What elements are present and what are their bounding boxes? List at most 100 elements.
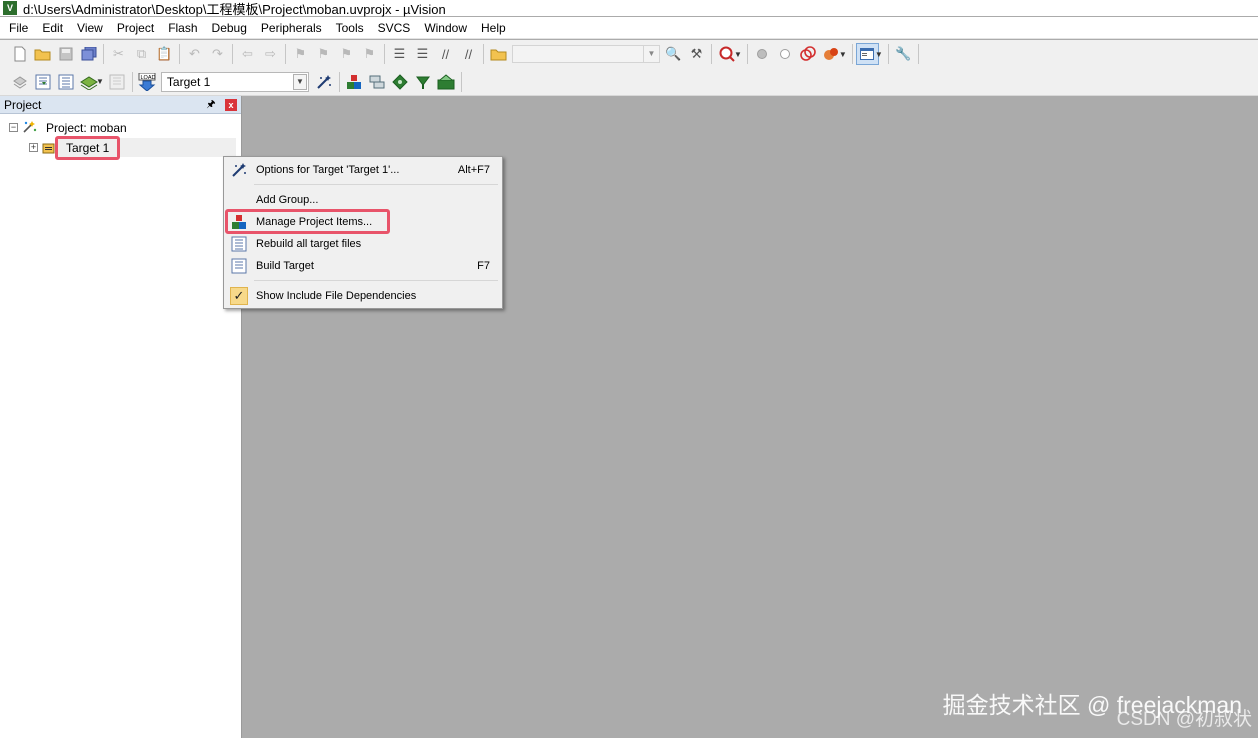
rebuild-icon[interactable] [54, 71, 77, 93]
toolbar-separator [232, 44, 233, 64]
app-logo-icon: V [3, 1, 17, 15]
indent-icon[interactable]: ☰ [388, 43, 411, 65]
menu-separator [254, 280, 498, 281]
menu-item-label: Rebuild all target files [256, 238, 362, 250]
redo-icon[interactable]: ↷ [206, 43, 229, 65]
magic-wand-icon [230, 161, 248, 179]
select-packs-icon[interactable] [366, 71, 389, 93]
tree-label-project: Project: moban [46, 121, 127, 135]
menu-item-add-group[interactable]: Add Group... [226, 189, 500, 211]
menu-debug[interactable]: Debug [205, 18, 254, 38]
menu-item-label: Build Target [256, 260, 314, 272]
project-tree: − Project: moban + Target 1 [0, 118, 240, 160]
manage-items-icon[interactable] [343, 71, 366, 93]
target-select[interactable]: Target 1 ▼ [160, 71, 309, 92]
translate-icon[interactable] [8, 71, 31, 93]
cut-icon[interactable]: ✂ [107, 43, 130, 65]
chevron-down-icon[interactable]: ▼ [875, 50, 883, 59]
menu-edit[interactable]: Edit [35, 18, 70, 38]
menu-svcs[interactable]: SVCS [371, 18, 418, 38]
undo-icon[interactable]: ↶ [183, 43, 206, 65]
prev-bookmark-icon[interactable]: ⚑ [312, 43, 335, 65]
pin-icon[interactable]: 🖈 [205, 98, 217, 111]
menu-item-build-target[interactable]: Build Target F7 [226, 255, 500, 277]
configure-tools-icon[interactable]: 🔧 [892, 43, 915, 65]
incremental-find-icon[interactable]: ⚒ [685, 43, 708, 65]
toolbar-separator [887, 44, 889, 64]
manage-items-highlight-box [225, 209, 390, 234]
menu-peripherals[interactable]: Peripherals [254, 18, 329, 38]
chevron-down-icon[interactable]: ▼ [734, 50, 742, 59]
pack-installer-icon[interactable] [389, 71, 412, 93]
chevron-down-icon[interactable]: ▼ [643, 46, 659, 62]
nav-back-icon[interactable]: ⇦ [236, 43, 259, 65]
new-file-icon[interactable] [8, 43, 31, 65]
find-in-files-icon[interactable] [487, 43, 510, 65]
toolbar-separator [711, 44, 712, 64]
breakpoint-icon[interactable] [751, 43, 774, 65]
chevron-down-icon[interactable]: ▼ [96, 77, 104, 86]
toolbar-separator [851, 44, 853, 64]
menu-flash[interactable]: Flash [161, 18, 204, 38]
menu-file[interactable]: File [2, 18, 35, 38]
tree-item-target[interactable]: + Target 1 [0, 138, 240, 158]
find-icon[interactable]: 🔍 [662, 43, 685, 65]
check-glyph: ✓ [230, 287, 248, 305]
target-select-value: Target 1 [166, 74, 211, 89]
menu-item-options-for-target[interactable]: Options for Target 'Target 1'... Alt+F7 [226, 159, 500, 181]
bookmark-icon[interactable]: ⚑ [289, 43, 312, 65]
save-icon[interactable] [54, 43, 77, 65]
uncomment-icon[interactable]: // [457, 43, 480, 65]
watermark-csdn: CSDN @初叔状 [1116, 709, 1252, 730]
menu-help[interactable]: Help [474, 18, 513, 38]
disable-all-breakpoints-icon[interactable] [797, 43, 820, 65]
menu-item-shortcut: F7 [477, 260, 490, 272]
build-icon[interactable] [31, 71, 54, 93]
build-toolbar: ▼ LOAD Target 1 ▼ [0, 68, 1258, 96]
collapse-icon[interactable]: − [9, 123, 18, 132]
nav-forward-icon[interactable]: ⇨ [259, 43, 282, 65]
clear-bookmarks-icon[interactable]: ⚑ [358, 43, 381, 65]
tree-item-project[interactable]: − Project: moban [0, 118, 240, 138]
toolbar-separator [179, 44, 180, 64]
run-time-environment-icon[interactable] [412, 71, 435, 93]
project-panel-title: Project [4, 97, 42, 112]
menu-item-show-include-deps[interactable]: ✓ Show Include File Dependencies [226, 285, 500, 307]
find-combo[interactable]: ▼ [512, 45, 660, 63]
toolbar-separator [483, 44, 484, 64]
paste-icon[interactable]: 📋 [153, 43, 176, 65]
menu-item-shortcut: Alt+F7 [457, 164, 490, 176]
unindent-icon[interactable]: ☰ [411, 43, 434, 65]
target-options-icon[interactable] [313, 71, 336, 93]
disable-breakpoint-icon[interactable] [774, 43, 797, 65]
comment-icon[interactable]: // [434, 43, 457, 65]
toolbar-separator [460, 71, 462, 92]
build-icon [230, 257, 248, 275]
copy-icon[interactable]: ⧉ [130, 43, 153, 65]
rebuild-icon [230, 235, 248, 253]
toolbar-separator [338, 71, 340, 92]
menu-item-label: Add Group... [256, 194, 319, 206]
software-packs-icon[interactable] [435, 71, 458, 93]
stop-build-icon[interactable] [106, 71, 129, 93]
next-bookmark-icon[interactable]: ⚑ [335, 43, 358, 65]
menu-tools[interactable]: Tools [329, 18, 371, 38]
open-folder-icon[interactable] [31, 43, 54, 65]
toolbar-separator [103, 44, 104, 64]
chevron-down-icon[interactable]: ▼ [839, 50, 847, 59]
toolbar-separator [917, 44, 919, 64]
menu-bar: File Edit View Project Flash Debug Perip… [0, 17, 1258, 39]
menu-project[interactable]: Project [110, 18, 161, 38]
expand-icon[interactable]: + [29, 143, 38, 152]
menu-window[interactable]: Window [417, 18, 474, 38]
download-icon[interactable]: LOAD [136, 71, 159, 93]
toolbar-separator [131, 71, 133, 92]
menu-view[interactable]: View [70, 18, 110, 38]
save-all-icon[interactable] [77, 43, 100, 65]
menu-item-label: Options for Target 'Target 1'... [256, 164, 400, 176]
chevron-down-icon[interactable]: ▼ [292, 73, 307, 90]
menu-item-rebuild-all[interactable]: Rebuild all target files [226, 233, 500, 255]
toolbar-separator [746, 44, 748, 64]
close-icon[interactable]: x [225, 99, 237, 111]
target-highlight-box [55, 136, 120, 160]
